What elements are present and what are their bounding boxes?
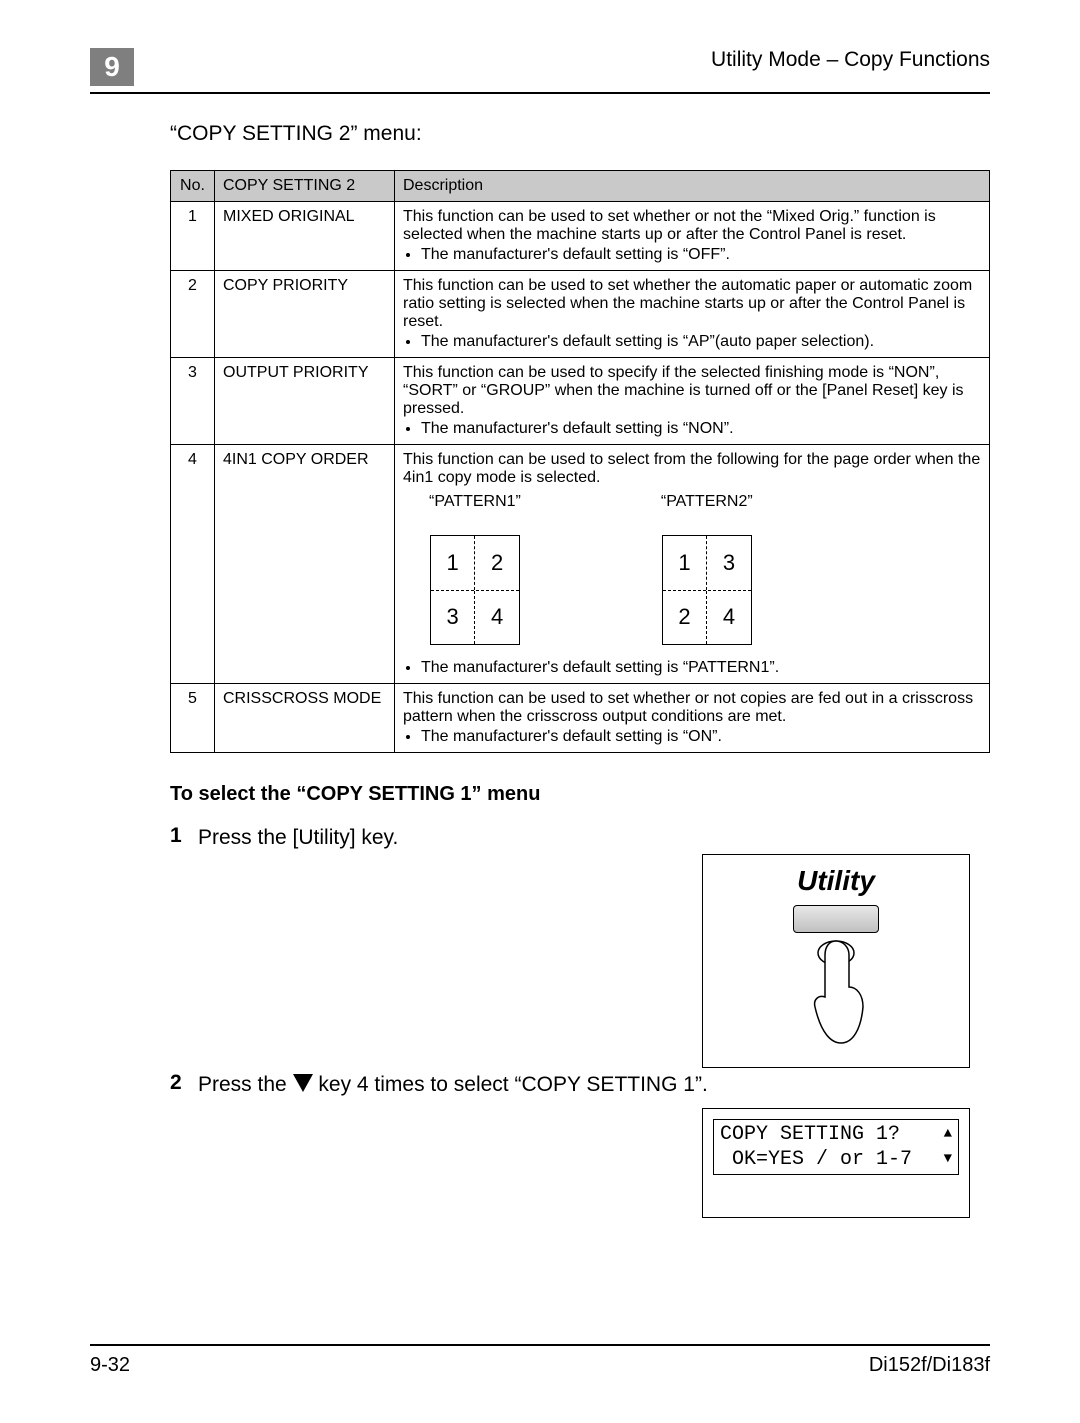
- page-footer: 9-32 Di152f/Di183f: [90, 1344, 990, 1377]
- footer-page-number: 9-32: [90, 1354, 130, 1377]
- cell-desc: This function can be used to select from…: [395, 445, 990, 684]
- desc-text: This function can be used to set whether…: [403, 277, 981, 331]
- pattern-cell: 1: [663, 536, 707, 590]
- cell-no: 4: [171, 445, 215, 684]
- desc-bullet: The manufacturer's default setting is “O…: [421, 728, 981, 746]
- desc-text: This function can be used to select from…: [403, 451, 981, 487]
- cell-name: OUTPUT PRIORITY: [215, 358, 395, 445]
- lcd-down-arrow-icon: ▼: [944, 1151, 952, 1169]
- desc-text: This function can be used to set whether…: [403, 690, 981, 726]
- col-header-no: No.: [171, 171, 215, 202]
- desc-text: This function can be used to specify if …: [403, 364, 981, 418]
- cell-name: MIXED ORIGINAL: [215, 202, 395, 271]
- table-row: 3 OUTPUT PRIORITY This function can be u…: [171, 358, 990, 445]
- step-text: Press the [Utility] key.: [198, 824, 990, 851]
- cell-no: 3: [171, 358, 215, 445]
- pattern2-label: “PATTERN2”: [661, 493, 753, 511]
- cell-name: 4IN1 COPY ORDER: [215, 445, 395, 684]
- utility-key-button: [793, 905, 879, 933]
- step-text: Press the key 4 times to select “COPY SE…: [198, 1071, 990, 1099]
- cell-desc: This function can be used to set whether…: [395, 202, 990, 271]
- step-1: 1 Press the [Utility] key.: [170, 824, 990, 851]
- table-row: 2 COPY PRIORITY This function can be use…: [171, 271, 990, 358]
- page-header: 9 Utility Mode – Copy Functions: [90, 48, 990, 94]
- table-row: 1 MIXED ORIGINAL This function can be us…: [171, 202, 990, 271]
- step-number: 1: [170, 824, 198, 848]
- cell-no: 2: [171, 271, 215, 358]
- cell-desc: This function can be used to specify if …: [395, 358, 990, 445]
- desc-bullet: The manufacturer's default setting is “P…: [421, 659, 981, 677]
- col-header-name: COPY SETTING 2: [215, 171, 395, 202]
- cell-no: 5: [171, 684, 215, 753]
- menu-title: “COPY SETTING 2” menu:: [170, 122, 990, 146]
- pattern1-label: “PATTERN1”: [429, 493, 521, 511]
- cell-no: 1: [171, 202, 215, 271]
- cell-desc: This function can be used to set whether…: [395, 271, 990, 358]
- copy-setting-2-table: No. COPY SETTING 2 Description 1 MIXED O…: [170, 170, 990, 753]
- footer-model: Di152f/Di183f: [869, 1354, 990, 1377]
- pattern-cell: 3: [431, 591, 475, 645]
- pattern1-column: “PATTERN1” 1 2 3 4: [429, 493, 521, 645]
- lcd-display-illustration: COPY SETTING 1? ▲ OK=YES / or 1-7 ▼: [702, 1108, 970, 1218]
- header-title: Utility Mode – Copy Functions: [711, 48, 990, 72]
- pattern-cell: 1: [431, 536, 475, 590]
- table-row: 4 4IN1 COPY ORDER This function can be u…: [171, 445, 990, 684]
- desc-bullet: The manufacturer's default setting is “O…: [421, 246, 981, 264]
- col-header-desc: Description: [395, 171, 990, 202]
- pattern1-grid: 1 2 3 4: [430, 535, 520, 645]
- desc-bullet: The manufacturer's default setting is “N…: [421, 420, 981, 438]
- table-row: 5 CRISSCROSS MODE This function can be u…: [171, 684, 990, 753]
- finger-press-icon: [791, 937, 881, 1047]
- utility-label: Utility: [797, 865, 875, 897]
- lcd-line-2: OK=YES / or 1-7: [720, 1147, 912, 1172]
- pattern-cell: 2: [663, 591, 707, 645]
- desc-bullet: The manufacturer's default setting is “A…: [421, 333, 981, 351]
- lcd-line-1: COPY SETTING 1?: [720, 1122, 900, 1147]
- step-text-b: key 4 times to select “COPY SETTING 1”.: [318, 1073, 707, 1096]
- lcd-up-arrow-icon: ▲: [944, 1126, 952, 1144]
- pattern-cell: 3: [706, 536, 751, 590]
- pattern2-grid: 1 3 2 4: [662, 535, 752, 645]
- lcd-inner: COPY SETTING 1? ▲ OK=YES / or 1-7 ▼: [713, 1119, 959, 1175]
- pattern2-column: “PATTERN2” 1 3 2 4: [661, 493, 753, 645]
- cell-name: CRISSCROSS MODE: [215, 684, 395, 753]
- cell-desc: This function can be used to set whether…: [395, 684, 990, 753]
- pattern-cell: 4: [474, 591, 519, 645]
- procedure-heading: To select the “COPY SETTING 1” menu: [170, 783, 990, 806]
- pattern-cell: 4: [706, 591, 751, 645]
- cell-name: COPY PRIORITY: [215, 271, 395, 358]
- pattern-cell: 2: [474, 536, 519, 590]
- step-number: 2: [170, 1071, 198, 1095]
- utility-key-illustration: Utility: [702, 854, 970, 1068]
- step-text-a: Press the: [198, 1073, 293, 1096]
- step-2: 2 Press the key 4 times to select “COPY …: [170, 1071, 990, 1099]
- chapter-number-box: 9: [90, 48, 134, 86]
- desc-text: This function can be used to set whether…: [403, 208, 981, 244]
- down-arrow-icon: [293, 1072, 313, 1099]
